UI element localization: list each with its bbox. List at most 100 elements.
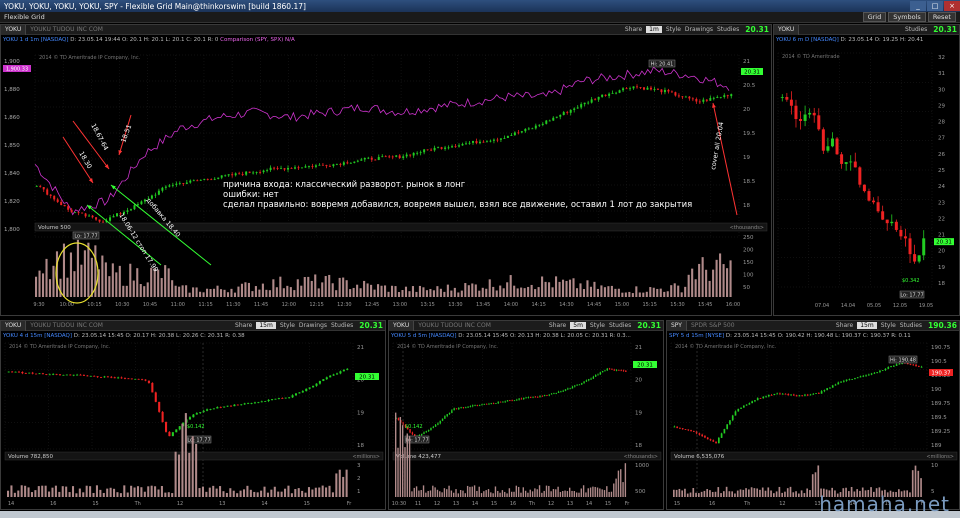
small-candle bbox=[848, 379, 851, 381]
main-volume-bar bbox=[628, 291, 631, 297]
small-volume-bar bbox=[123, 485, 126, 497]
main-volume-bar bbox=[275, 287, 278, 297]
small-volume-bar bbox=[450, 490, 453, 497]
price-tick-label: 29 bbox=[938, 103, 945, 109]
small-candle bbox=[499, 401, 502, 403]
price-candle bbox=[255, 172, 258, 173]
small-volume-bar bbox=[150, 485, 153, 497]
small-volume-bar bbox=[681, 490, 683, 497]
price-candle bbox=[471, 141, 474, 143]
main-volume-bar bbox=[701, 257, 704, 297]
price-candle bbox=[499, 138, 502, 140]
small-volume-bar bbox=[198, 488, 201, 497]
price-candle bbox=[157, 190, 160, 195]
price-candle bbox=[597, 96, 600, 100]
daily-candle bbox=[922, 238, 926, 256]
small-candle bbox=[147, 380, 150, 383]
daily-candle bbox=[821, 129, 825, 151]
small-volume-label: Volume 6,535,076 bbox=[674, 454, 725, 460]
small-volume-bar bbox=[800, 490, 803, 497]
close-icon[interactable]: × bbox=[944, 1, 960, 11]
main-volume-bar bbox=[268, 290, 271, 297]
small-candle bbox=[305, 388, 308, 392]
main-volume-bar bbox=[254, 286, 257, 297]
price-candle bbox=[475, 141, 478, 144]
main-volume-bar bbox=[411, 286, 415, 297]
main-volume-bar bbox=[345, 280, 348, 297]
daily-chart-canvas[interactable]: 2014 © TD Ameritrade 32 31 30 29 28 27 26 25 24 23… bbox=[774, 25, 960, 316]
small-candle bbox=[96, 376, 99, 378]
main-chart-canvas[interactable]: 2014 © TD Ameritrade IP Company, Inc. 21 2… bbox=[1, 25, 772, 316]
small-candle bbox=[773, 393, 776, 396]
small-candle bbox=[536, 396, 539, 398]
price-candle bbox=[437, 147, 440, 149]
small-volume-bar bbox=[184, 413, 187, 497]
main-volume-bar bbox=[638, 292, 641, 297]
small-volume-bar bbox=[742, 489, 745, 497]
main-volume-bar bbox=[185, 285, 188, 297]
price-candle bbox=[646, 87, 649, 90]
small-candle bbox=[291, 395, 294, 398]
small-volume-bar bbox=[720, 493, 722, 497]
small-volume-bar bbox=[411, 491, 413, 497]
main-volume-bar bbox=[73, 271, 76, 297]
price-candle bbox=[601, 94, 604, 97]
small-candle bbox=[62, 374, 65, 376]
price-candle bbox=[363, 157, 366, 160]
small-candle bbox=[567, 388, 569, 390]
price-candle bbox=[224, 175, 227, 177]
main-volume-bar bbox=[342, 277, 345, 297]
copyright: 2014 © TD Ameritrade IP Company, Inc. bbox=[9, 343, 111, 350]
small-volume-bar bbox=[418, 490, 420, 497]
small-candle bbox=[915, 364, 917, 367]
main-volume-bar bbox=[481, 287, 484, 297]
minimize-icon[interactable]: _ bbox=[910, 1, 926, 11]
small-volume-bar bbox=[446, 489, 448, 497]
small-volume-bar bbox=[54, 485, 57, 497]
small-candle bbox=[622, 370, 625, 372]
main-volume-bar bbox=[467, 285, 470, 297]
small-candle bbox=[870, 373, 873, 375]
small-candle bbox=[687, 429, 690, 431]
yoku-15m-chart-canvas[interactable]: 2014 © TD Ameritrade IP Company, Inc. 212… bbox=[1, 321, 386, 510]
small-candle bbox=[756, 398, 759, 401]
sell-arrow-3-head bbox=[118, 150, 123, 155]
yoku-5m-chart-canvas[interactable]: 2014 © TD Ameritrade IP Company, Inc. 21 2… bbox=[389, 321, 664, 510]
grid-button[interactable]: Grid bbox=[862, 12, 887, 22]
price-candle bbox=[164, 186, 167, 188]
price-candle bbox=[325, 165, 328, 167]
main-volume-bar bbox=[230, 288, 233, 297]
small-volume-units: <millions> bbox=[926, 454, 954, 460]
symbols-button[interactable]: Symbols bbox=[888, 12, 926, 22]
small-candle bbox=[518, 398, 520, 400]
small-candle bbox=[423, 432, 425, 434]
small-volume-bar bbox=[51, 487, 54, 497]
small-volume-bar bbox=[753, 488, 756, 497]
small-volume-bar bbox=[229, 488, 232, 497]
small-volume-bar bbox=[453, 492, 455, 497]
price-tick-label: 25 bbox=[938, 168, 945, 174]
time-tick-label: 12:15 bbox=[309, 302, 323, 308]
small-volume-bar bbox=[266, 492, 269, 497]
reset-button[interactable]: Reset bbox=[927, 12, 956, 22]
price-candle bbox=[182, 183, 185, 184]
main-volume-bar bbox=[171, 280, 174, 297]
price-candle bbox=[618, 90, 621, 93]
volume-tick-label: 500 bbox=[635, 489, 646, 495]
price-candle bbox=[349, 162, 352, 164]
small-candle bbox=[342, 369, 345, 372]
price-candle bbox=[485, 141, 488, 143]
small-candle bbox=[144, 379, 147, 381]
small-volume-bar bbox=[789, 486, 792, 497]
small-volume-bar bbox=[622, 482, 624, 497]
price-candle bbox=[273, 167, 276, 169]
price-candle bbox=[465, 143, 468, 145]
maximize-icon[interactable]: □ bbox=[927, 1, 943, 11]
small-volume-bar bbox=[731, 491, 733, 497]
small-volume-bar bbox=[792, 492, 795, 497]
small-candle bbox=[301, 391, 304, 393]
spy-15m-chart-canvas[interactable]: 2014 © TD Ameritrade IP Company, Inc. 190… bbox=[667, 321, 960, 510]
small-candle bbox=[199, 412, 202, 414]
small-candle bbox=[335, 373, 339, 375]
small-volume-bar bbox=[24, 485, 27, 497]
